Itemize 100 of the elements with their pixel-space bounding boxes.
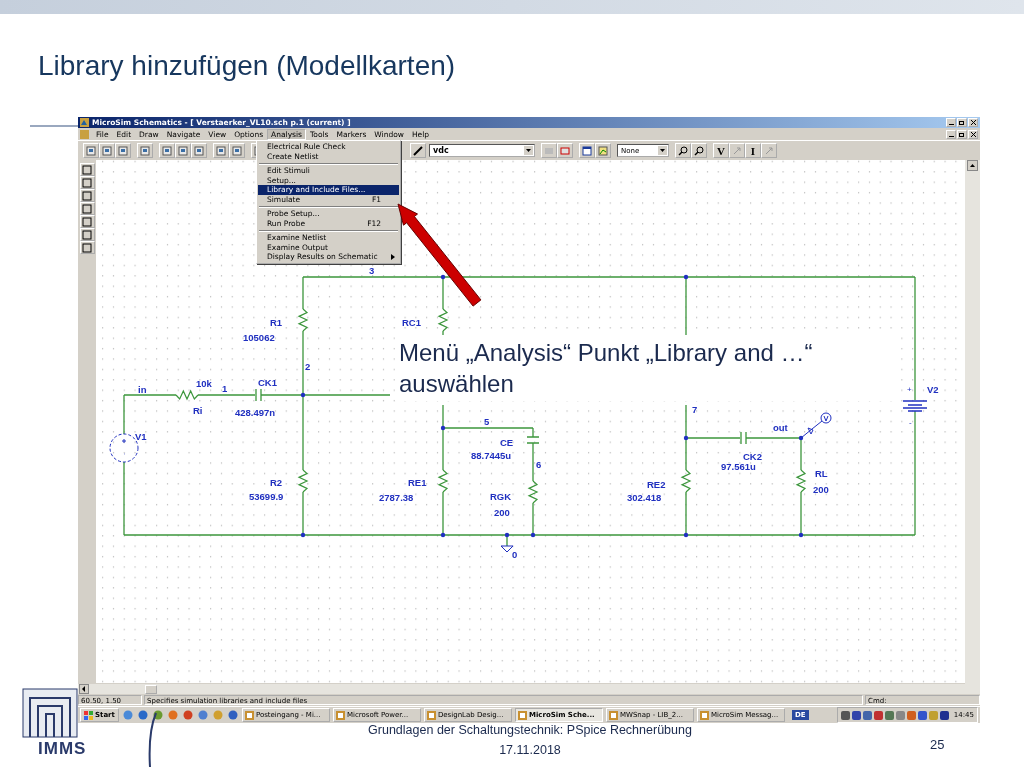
page-number: 25 — [930, 737, 945, 754]
junction-dot — [683, 274, 689, 280]
toolbar-button[interactable] — [675, 143, 691, 158]
chart-icon — [598, 145, 608, 156]
net-label: 5 — [484, 416, 490, 427]
part-name: RE2 — [647, 479, 666, 490]
close-icon — [970, 131, 976, 137]
ground-symbol — [500, 545, 514, 553]
net-label: 1 — [222, 383, 228, 394]
tool-button[interactable] — [79, 215, 95, 228]
window-icon — [699, 710, 709, 720]
part-value: 53699.9 — [249, 491, 284, 502]
restore-button[interactable] — [957, 129, 967, 139]
zoom-icon — [694, 145, 704, 156]
part-value: 97.561u — [721, 461, 756, 472]
part-value: 2787.38 — [379, 492, 414, 503]
resistor-symbol — [527, 480, 539, 504]
resistor-symbol — [680, 469, 692, 493]
polarity-label: - — [909, 418, 912, 427]
net-label: 2 — [305, 361, 311, 372]
close-icon — [970, 120, 976, 125]
tool-button[interactable] — [79, 176, 95, 189]
close-button[interactable] — [968, 129, 978, 139]
dropdown-icon — [658, 146, 667, 155]
net-label: 3 — [369, 265, 375, 276]
junction-dot — [798, 532, 804, 538]
submenu-arrow-icon — [391, 253, 395, 260]
resistor-symbol — [297, 308, 309, 332]
rectangle-icon — [82, 177, 92, 188]
window-icon — [335, 710, 345, 720]
junction-dot — [440, 425, 446, 431]
slide-date: 17.11.2018 — [499, 743, 561, 757]
window-icon — [426, 710, 436, 720]
slide-title: Library hinzufügen (Modellkarten) — [38, 49, 457, 83]
resistor-symbol — [437, 469, 449, 493]
probe-button[interactable]: I — [745, 143, 761, 158]
minimize-button[interactable] — [946, 129, 956, 139]
window-icon — [608, 710, 618, 720]
junction-dot — [440, 532, 446, 538]
capacitor-symbol — [740, 431, 747, 445]
part-value: 428.497n — [235, 407, 276, 418]
scroll-thumb[interactable] — [145, 684, 157, 694]
part-name: R1 — [270, 317, 283, 328]
resistor-symbol — [795, 469, 807, 493]
marker-icon — [732, 145, 742, 156]
callout-text: Menü „Analysis“ Punkt „Library and …“ auswählen — [395, 335, 895, 401]
tool-button[interactable] — [79, 241, 95, 254]
part-name: CE — [500, 437, 514, 448]
battery-symbol — [902, 400, 928, 412]
part-value: 105062 — [243, 332, 275, 343]
marker-icon — [764, 145, 774, 156]
tool-button[interactable] — [79, 163, 95, 176]
divider-curve — [146, 712, 158, 768]
dropdown-icon — [524, 146, 533, 155]
part-name: CK1 — [258, 377, 277, 388]
document-icon — [80, 129, 89, 139]
zoom-icon — [678, 145, 688, 156]
footer-text: Grundlagen der Schaltungstechnik: PSpice Rechnerübung — [368, 723, 692, 737]
resistor-symbol — [175, 389, 199, 401]
part-value: 88.7445u — [471, 450, 512, 461]
restore-button[interactable] — [957, 118, 967, 127]
toolbar-button[interactable] — [410, 143, 426, 158]
part-name: V1 — [135, 431, 147, 442]
part-name: RL — [815, 468, 828, 479]
part-field[interactable]: vdc — [429, 144, 535, 157]
net-label: 6 — [536, 459, 542, 470]
app-icon — [80, 118, 89, 127]
tool-button[interactable] — [79, 189, 95, 202]
capacitor-symbol — [526, 436, 540, 444]
net-label: out — [773, 422, 788, 433]
tool-button[interactable] — [79, 202, 95, 215]
horizontal-scrollbar[interactable] — [78, 684, 980, 694]
minimize-button[interactable] — [946, 118, 956, 127]
wire-icon — [413, 145, 423, 156]
tool-button[interactable] — [79, 228, 95, 241]
logo-text: IMMS — [38, 739, 87, 759]
net-label: 7 — [692, 404, 698, 415]
junction-dot — [798, 435, 804, 441]
voltage-probe-icon — [800, 412, 832, 439]
junction-dot — [300, 532, 306, 538]
part-name: RE1 — [408, 477, 427, 488]
part-name: V2 — [927, 384, 939, 395]
part-name: CK2 — [743, 451, 762, 462]
part-name: RGK — [490, 491, 512, 502]
probe-button[interactable]: V — [713, 143, 729, 158]
part-value: 200 — [813, 484, 829, 495]
part-value: 200 — [494, 507, 510, 518]
part-name: RC1 — [402, 317, 421, 328]
windows-logo-icon — [84, 710, 93, 720]
toolbar-button[interactable] — [691, 143, 707, 158]
toolbar-button[interactable] — [579, 143, 595, 158]
close-button[interactable] — [968, 118, 978, 127]
resistor-symbol — [297, 469, 309, 493]
net-label: 0 — [512, 549, 518, 560]
junction-dot — [683, 435, 689, 441]
junction-dot — [530, 532, 536, 538]
window-icon — [244, 710, 254, 720]
vertical-scrollbar[interactable] — [965, 160, 980, 684]
part-value: 10k — [196, 378, 212, 389]
part-name: Ri — [193, 405, 203, 416]
